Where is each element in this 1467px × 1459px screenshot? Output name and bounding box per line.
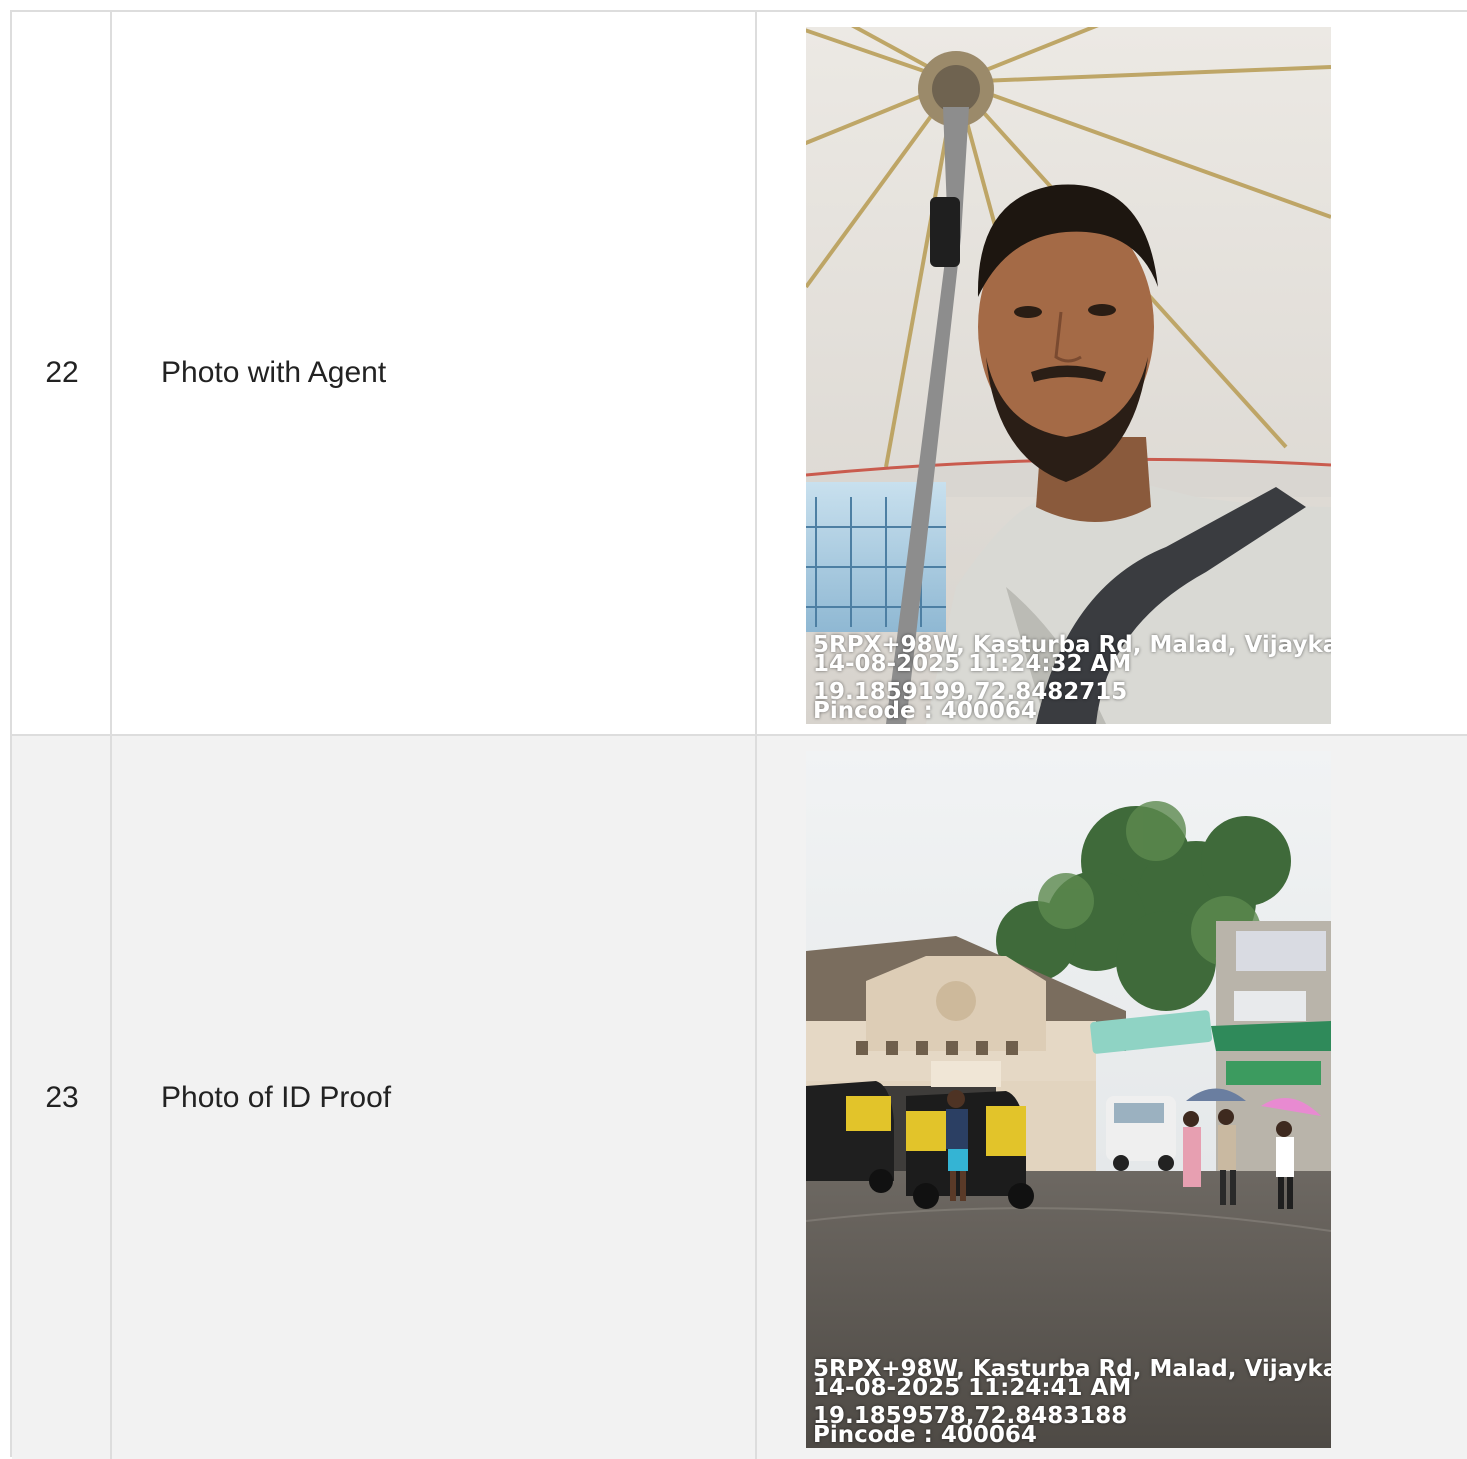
row-description: Photo of ID Proof (161, 1080, 392, 1114)
agent-selfie-photo: 5RPX+98W, Kasturba Rd, Malad, Vijaykar W… (806, 27, 1331, 724)
photo-cell: 5RPX+98W, Kasturba Rd, Malad, Vijaykar W… (757, 736, 1467, 1459)
document-table: 22 Photo with Agent 5RPX+98W, Kasturba R… (10, 10, 1467, 1459)
row-number-cell: 22 (12, 12, 112, 734)
description-cell: Photo of ID Proof (112, 736, 757, 1459)
photo-cell: 5RPX+98W, Kasturba Rd, Malad, Vijaykar W… (757, 12, 1467, 734)
selfie-image (806, 27, 1331, 724)
street-image (806, 751, 1331, 1448)
row-description: Photo with Agent (161, 356, 387, 389)
table-row: 22 Photo with Agent 5RPX+98W, Kasturba R… (12, 12, 1467, 736)
row-number-cell: 23 (12, 736, 112, 1459)
table-row: 23 Photo of ID Proof 5RPX+98W, Kasturba … (12, 736, 1467, 1459)
photo-geotag-overlay: 5RPX+98W, Kasturba Rd, Malad, Vijaykar W… (813, 1358, 1331, 1447)
photo-geotag-overlay: 5RPX+98W, Kasturba Rd, Malad, Vijaykar W… (813, 634, 1331, 723)
description-cell: Photo with Agent (112, 12, 757, 734)
id-proof-photo: 5RPX+98W, Kasturba Rd, Malad, Vijaykar W… (806, 751, 1331, 1448)
row-number: 22 (45, 356, 79, 389)
row-number: 23 (45, 1080, 79, 1114)
